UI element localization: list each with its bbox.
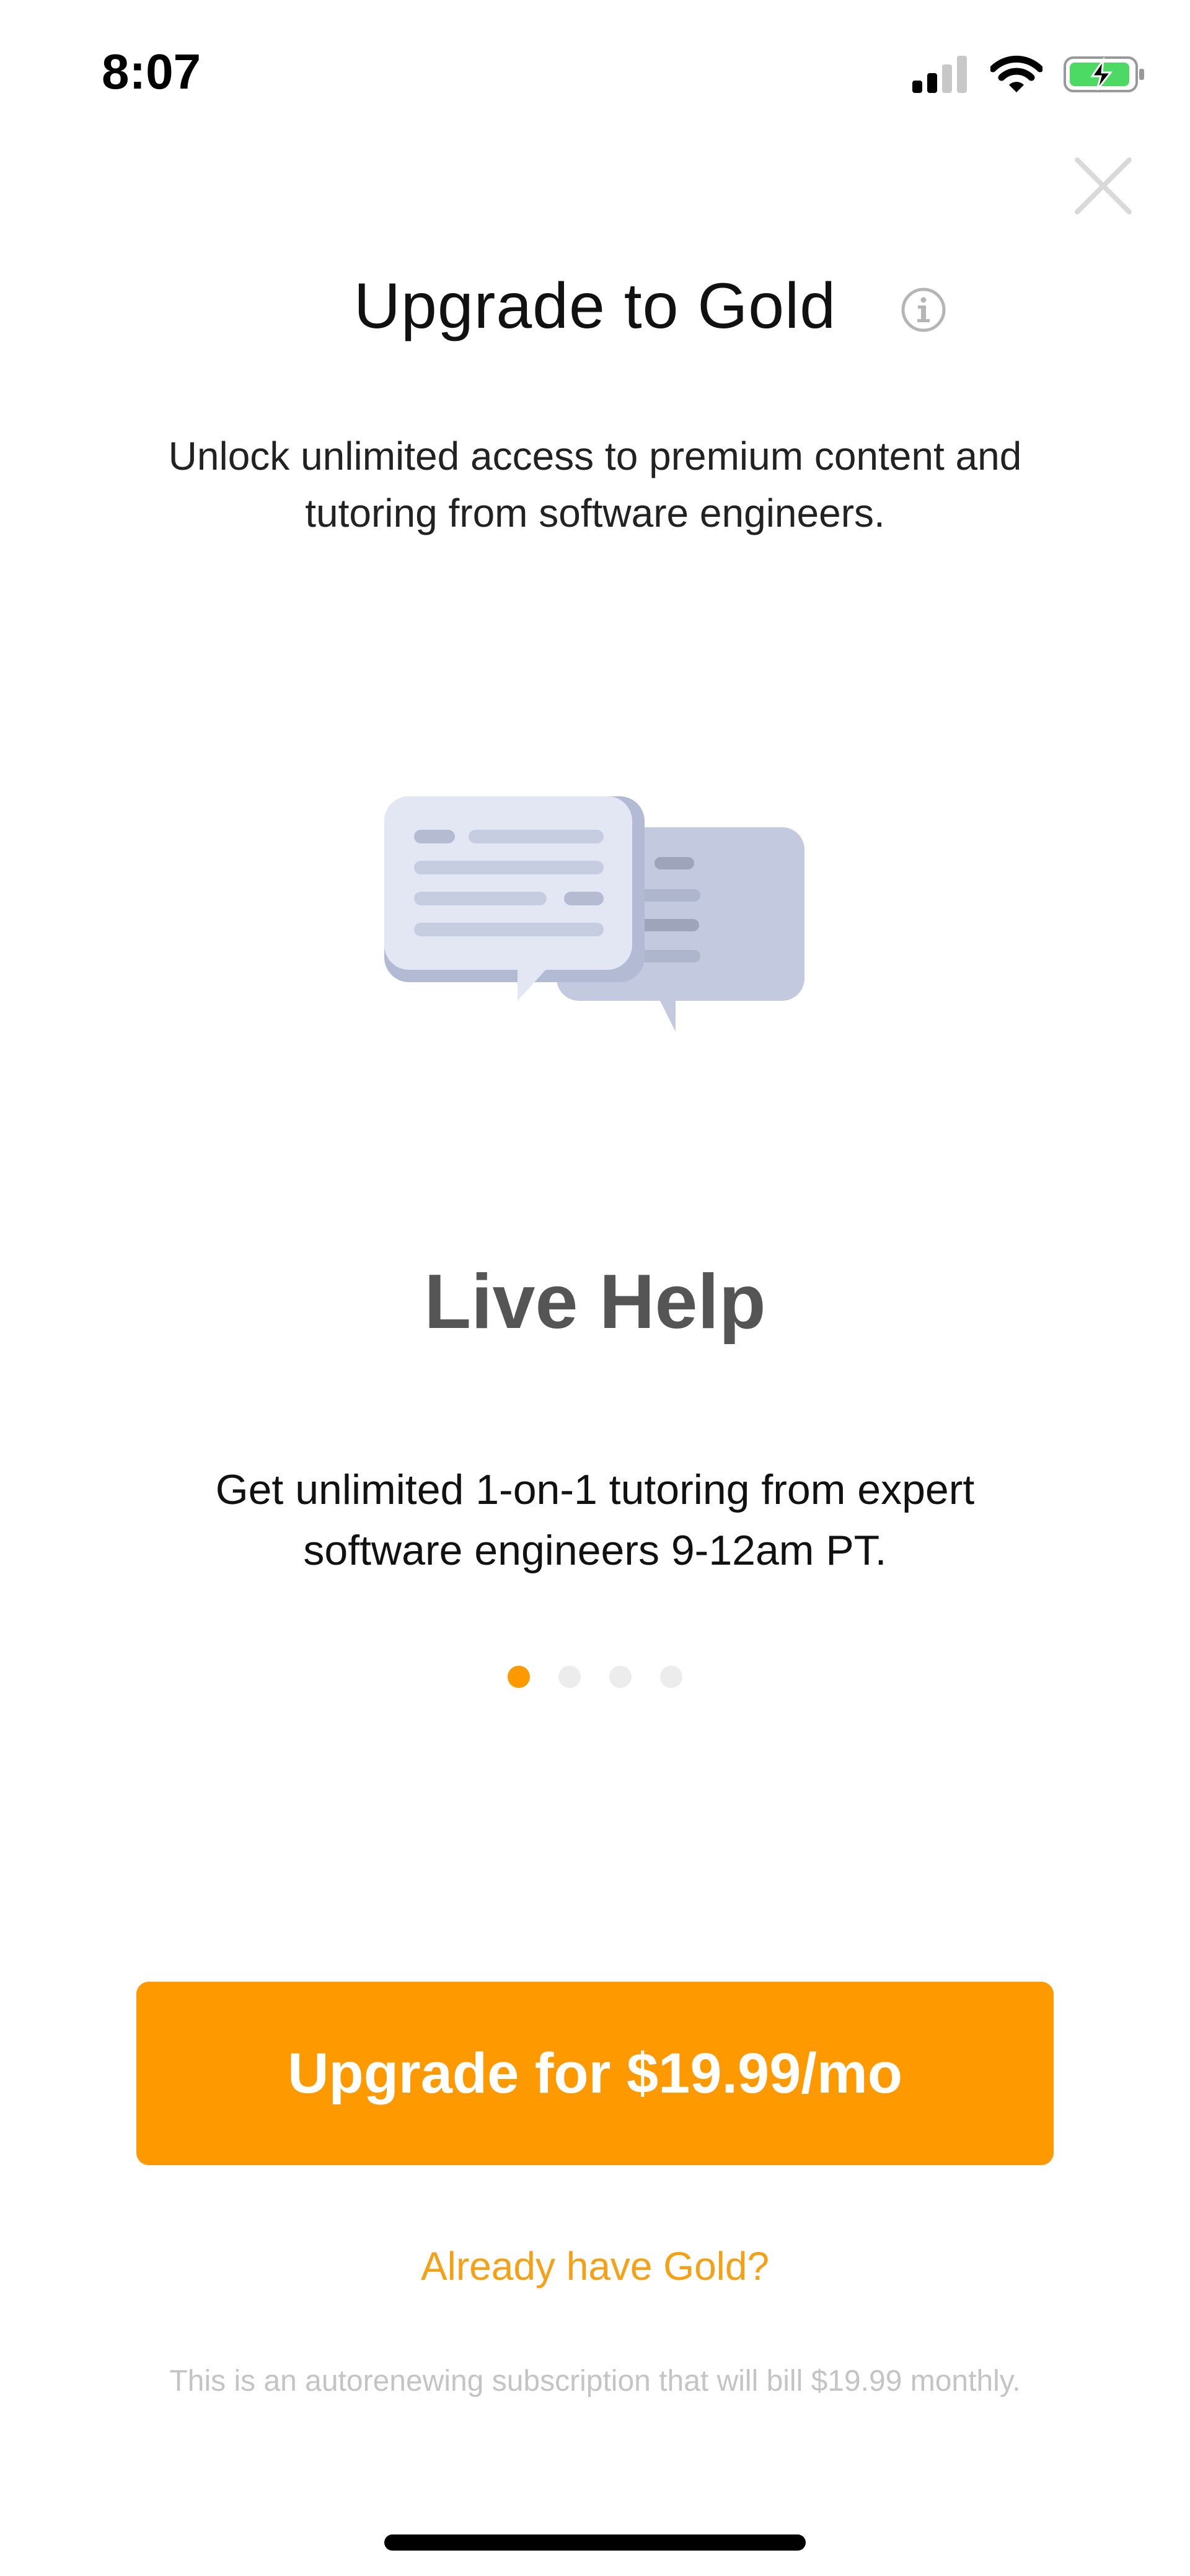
pager-dot-2[interactable] xyxy=(558,1666,581,1688)
already-have-gold-link[interactable]: Already have Gold? xyxy=(0,2243,1190,2289)
page-title: Upgrade to Gold xyxy=(353,270,837,342)
pager-dots xyxy=(0,1666,1190,1688)
title-row: Upgrade to Gold xyxy=(0,270,1190,343)
subscription-disclaimer: This is an autorenewing subscription tha… xyxy=(169,2365,1021,2398)
battery-charging-icon xyxy=(1064,56,1144,92)
cellular-signal-icon xyxy=(912,56,967,93)
home-indicator[interactable] xyxy=(384,2534,806,2551)
pager-dot-4[interactable] xyxy=(660,1666,682,1688)
status-time: 8:07 xyxy=(102,44,201,99)
chat-bubbles-icon xyxy=(384,796,804,1032)
page-subtitle: Unlock unlimited access to premium conte… xyxy=(168,434,1022,535)
info-icon[interactable] xyxy=(900,286,947,333)
wifi-icon xyxy=(990,55,1042,92)
feature-title: Live Help xyxy=(424,1259,766,1345)
feature-description: Get unlimited 1-on-1 tutoring from exper… xyxy=(215,1466,975,1574)
pager-dot-1[interactable] xyxy=(508,1666,530,1688)
status-icons xyxy=(912,50,1145,99)
close-icon[interactable] xyxy=(1066,149,1140,223)
pager-dot-3[interactable] xyxy=(609,1666,632,1688)
upgrade-screen: 8:07 Upgrade to Gold Unlock unlimited ac… xyxy=(0,0,1190,2576)
upgrade-button[interactable]: Upgrade for $19.99/mo xyxy=(136,1982,1054,2165)
